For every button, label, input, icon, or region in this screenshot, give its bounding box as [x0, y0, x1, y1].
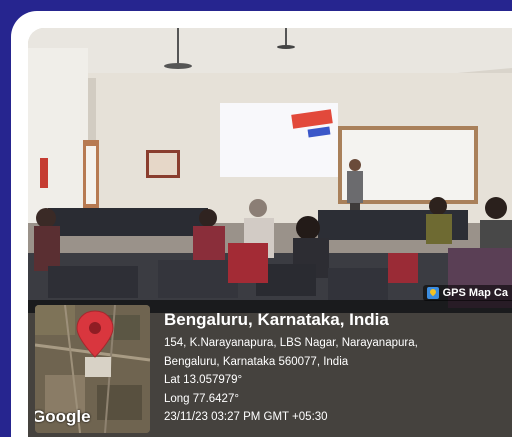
gps-map-camera-badge: GPS Map Ca	[422, 285, 512, 301]
gps-map-camera-icon	[426, 287, 439, 299]
geotagged-photo: GPS Map Ca Google Bengaluru, Karnataka, …	[28, 28, 512, 437]
longitude: Long 77.6427°	[164, 392, 239, 405]
location-info: Bengaluru, Karnataka, India 154, K.Naray…	[164, 310, 418, 427]
location-overlay: Google Bengaluru, Karnataka, India 154, …	[28, 300, 512, 437]
address-line-2: Bengaluru, Karnataka 560077, India	[164, 355, 349, 368]
card: GPS Map Ca Google Bengaluru, Karnataka, …	[11, 11, 512, 437]
address-line-1: 154, K.Narayanapura, LBS Nagar, Narayana…	[164, 337, 418, 349]
gps-badge-label: GPS Map Ca	[442, 287, 508, 299]
timestamp: 23/11/23 03:27 PM GMT +05:30	[164, 411, 328, 423]
google-logo: Google	[35, 407, 91, 426]
location-map-thumbnail: Google	[35, 305, 150, 433]
latitude: Lat 13.057979°	[164, 374, 243, 386]
location-city: Bengaluru, Karnataka, India	[164, 310, 389, 329]
